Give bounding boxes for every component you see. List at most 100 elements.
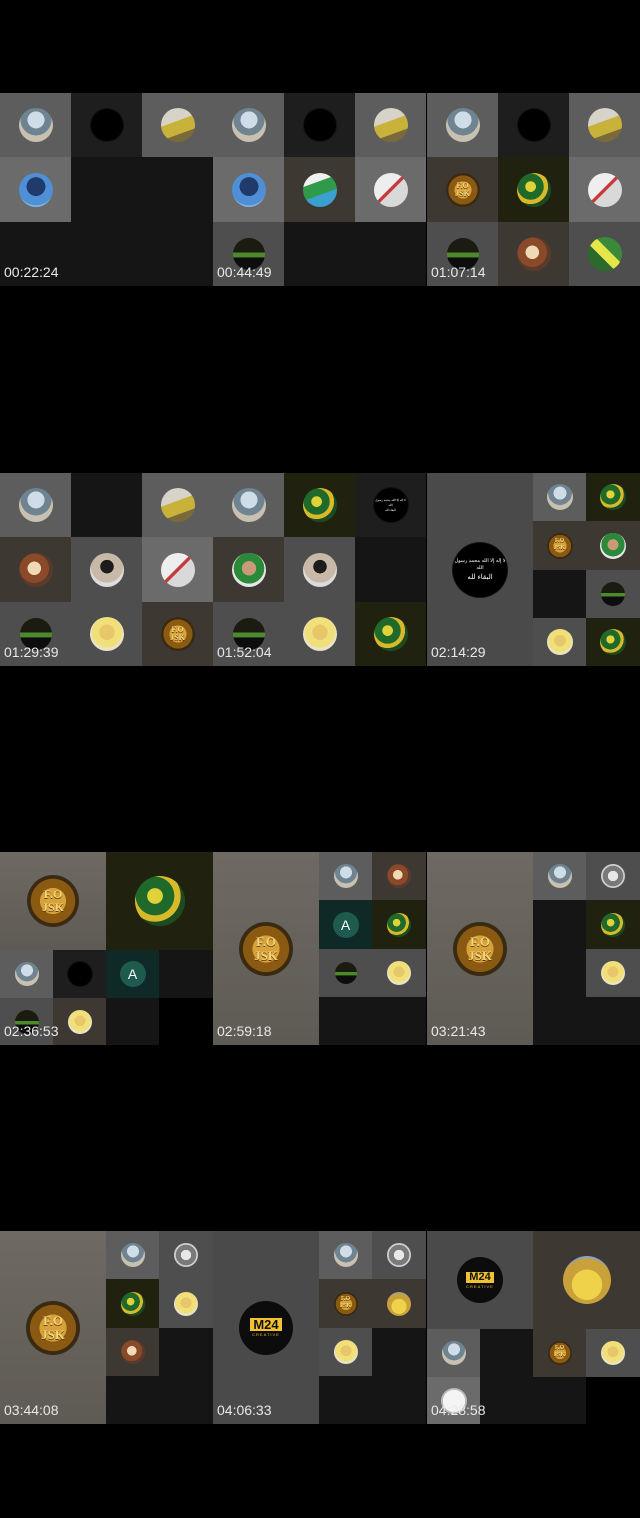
participant-tile[interactable] [372, 1279, 426, 1328]
participant-tile[interactable] [213, 473, 284, 537]
participant-tile[interactable] [53, 950, 106, 998]
participant-tile[interactable] [0, 537, 71, 602]
participant-tile[interactable] [0, 157, 71, 222]
participant-tile[interactable] [106, 1279, 159, 1328]
participant-tile[interactable]: F.O JSK [319, 1279, 372, 1328]
participant-tile[interactable] [159, 1279, 213, 1328]
participant-tile[interactable] [355, 93, 426, 157]
participant-tile[interactable] [0, 473, 71, 537]
timestamp: 01:52:04 [217, 644, 272, 660]
thumbnail-frame-11[interactable]: M24 CREATIVE F.O JSK 04:06:33 [213, 1138, 426, 1518]
participant-tile[interactable] [355, 157, 426, 222]
participant-tile[interactable] [569, 222, 640, 286]
participant-tile[interactable]: F.O JSK [533, 521, 586, 570]
pinned-participant-tile[interactable]: M24 CREATIVE [213, 1231, 319, 1424]
avatar [562, 1256, 611, 1304]
participant-tile[interactable] [372, 900, 426, 949]
participant-tile[interactable] [106, 852, 213, 950]
participant-tile[interactable] [142, 537, 213, 602]
participant-tile[interactable] [159, 1231, 213, 1279]
participant-tile[interactable] [284, 602, 355, 666]
empty-tile [159, 1328, 213, 1376]
participant-tile[interactable] [372, 949, 426, 997]
participant-tile[interactable] [569, 93, 640, 157]
participant-tile[interactable] [0, 93, 71, 157]
empty-tile [372, 1328, 426, 1376]
thumbnail-frame-1[interactable]: 00:22:24 [0, 0, 213, 380]
timestamp: 04:06:33 [217, 1402, 272, 1418]
participant-tile[interactable] [319, 852, 372, 900]
participant-tile[interactable] [71, 537, 142, 602]
participant-tile[interactable]: A [319, 900, 372, 949]
participant-tile[interactable] [586, 521, 640, 570]
thumbnail-frame-3[interactable]: F.O JSK 01:07:14 [427, 0, 640, 380]
participant-tile[interactable] [355, 602, 426, 666]
participant-tile[interactable] [586, 570, 640, 618]
participant-tile[interactable] [586, 1329, 640, 1377]
participant-tile[interactable] [569, 157, 640, 222]
participant-tile[interactable] [213, 157, 284, 222]
participant-tile[interactable] [372, 852, 426, 900]
avatar [120, 1291, 145, 1316]
thumbnail-frame-2[interactable]: 00:44:49 [213, 0, 426, 380]
thumbnail-frame-4[interactable]: F.O JSK 01:29:39 [0, 380, 213, 760]
thumbnail-frame-9[interactable]: F.O JSK 03:21:43 [427, 759, 640, 1139]
pinned-participant-tile[interactable]: F.O JSK [427, 852, 533, 1045]
participant-tile[interactable] [142, 93, 213, 157]
thumbnail-frame-7[interactable]: F.O JSK A 02:36:53 [0, 759, 213, 1139]
participant-tile[interactable]: F.O JSK [0, 852, 106, 950]
thumbnail-frame-10[interactable]: F.O JSK 03:44:08 [0, 1138, 213, 1518]
timestamp: 02:36:53 [4, 1023, 59, 1039]
participant-tile[interactable] [319, 949, 372, 997]
participant-tile[interactable] [284, 157, 355, 222]
participant-tile[interactable] [319, 1328, 372, 1376]
participant-tile[interactable] [106, 1328, 159, 1376]
thumbnail-frame-12[interactable]: M24 CREATIVE F.O JSK 04:28:58 [427, 1138, 640, 1518]
participant-tile[interactable] [284, 537, 355, 602]
participant-tile[interactable] [213, 537, 284, 602]
participant-tile[interactable] [142, 473, 213, 537]
participant-tile[interactable]: F.O JSK [427, 157, 498, 222]
participant-tile[interactable] [372, 1231, 426, 1279]
participant-tile[interactable] [586, 618, 640, 666]
participant-tile[interactable] [427, 93, 498, 157]
participant-tile[interactable] [586, 900, 640, 949]
participant-tile[interactable] [319, 1231, 372, 1279]
pinned-participant-tile[interactable]: F.O JSK [213, 852, 319, 1045]
participant-tile[interactable] [533, 852, 586, 900]
thumbnail-frame-8[interactable]: F.O JSK A 02:59:18 [213, 759, 426, 1139]
participant-tile[interactable]: F.O JSK [533, 1329, 586, 1377]
participant-tile[interactable] [533, 618, 586, 666]
participant-tile[interactable]: لا إله إلا الله محمد رسول الله البقاء لله [355, 473, 426, 537]
avatar [160, 488, 195, 522]
empty-tile [355, 537, 426, 602]
thumbnail-frame-6[interactable]: لا إله إلا الله محمد رسول الله البقاء لله… [427, 380, 640, 760]
participant-tile[interactable] [586, 949, 640, 997]
participant-tile[interactable]: F.O JSK [142, 602, 213, 666]
participant-tile[interactable] [533, 1231, 640, 1329]
participant-tile[interactable] [0, 950, 53, 998]
participant-tile[interactable] [106, 1231, 159, 1279]
participant-tile[interactable] [586, 852, 640, 900]
avatar [373, 108, 408, 142]
participant-tile[interactable] [284, 93, 355, 157]
empty-tile [586, 997, 640, 1045]
pinned-participant-tile[interactable]: لا إله إلا الله محمد رسول الله البقاء لله [427, 473, 533, 666]
avatar [547, 864, 572, 888]
participant-tile[interactable] [586, 473, 640, 521]
participant-tile[interactable]: M24 CREATIVE [427, 1231, 533, 1329]
participant-tile[interactable] [498, 93, 569, 157]
participant-tile[interactable]: A [106, 950, 159, 998]
empty-tile [372, 997, 426, 1045]
participant-tile[interactable] [71, 93, 142, 157]
participant-tile[interactable] [427, 1329, 480, 1377]
participant-tile[interactable] [213, 93, 284, 157]
participant-tile[interactable] [284, 473, 355, 537]
participant-tile[interactable] [498, 222, 569, 286]
participant-tile[interactable] [533, 473, 586, 521]
participant-tile[interactable] [53, 998, 106, 1045]
participant-tile[interactable] [71, 602, 142, 666]
participant-tile[interactable] [498, 157, 569, 222]
pinned-participant-tile[interactable]: F.O JSK [0, 1231, 106, 1424]
thumbnail-frame-5[interactable]: لا إله إلا الله محمد رسول الله البقاء لله… [213, 380, 426, 760]
